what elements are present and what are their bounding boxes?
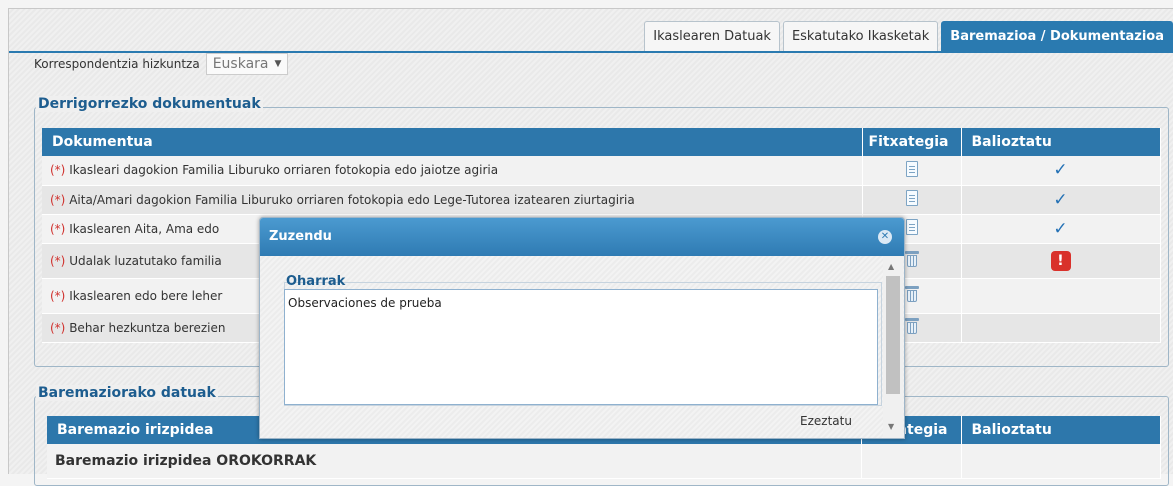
required-marker: (*): [50, 192, 66, 207]
check-icon: ✓: [1053, 160, 1068, 181]
required-marker: (*): [50, 163, 66, 178]
col-header-dokumentua: Dokumentua: [42, 128, 863, 156]
tab-eskatutako-ikasketak[interactable]: Eskatutako Ikasketak: [782, 21, 939, 52]
required-marker: (*): [50, 253, 66, 268]
alert-icon[interactable]: !: [1050, 250, 1071, 271]
document-icon[interactable]: [905, 219, 918, 235]
document-name: Aita/Amari dagokion Familia Liburuko orr…: [69, 192, 635, 207]
validation-cell: [961, 313, 1161, 343]
document-cell: (*) Aita/Amari dagokion Familia Liburuko…: [42, 185, 863, 215]
document-cell: (*) Ikasleari dagokion Familia Liburuko …: [42, 156, 863, 186]
zuzendu-dialog: Zuzendu ✕ Oharrak Observaciones de prueb…: [259, 217, 905, 439]
dialog-title-bar: Zuzendu ✕: [260, 218, 904, 256]
close-icon[interactable]: ✕: [878, 230, 892, 244]
tab-ikaslearen-datuak[interactable]: Ikaslearen Datuak: [644, 21, 780, 52]
dialog-scrollbar[interactable]: ▲ ▼: [883, 256, 903, 438]
validation-cell: !: [961, 243, 1161, 279]
table-row: (*) Aita/Amari dagokion Familia Liburuko…: [42, 185, 1161, 215]
baremazio-legend: Baremaziorako datuak: [36, 385, 218, 401]
document-name: Behar hezkuntza berezien: [69, 320, 226, 335]
trash-icon[interactable]: [904, 286, 919, 302]
scroll-up-icon[interactable]: ▲: [888, 262, 894, 271]
notes-textarea[interactable]: Observaciones de prueba: [284, 289, 878, 405]
required-marker: (*): [50, 320, 66, 335]
tab-baremazioa-dokumentazioa[interactable]: Baremazioa / Dokumentazioa: [941, 21, 1173, 52]
document-name: Ikasleari dagokion Familia Liburuko orri…: [69, 163, 499, 178]
dialog-body: Oharrak Observaciones de prueba Ezeztatu…: [260, 256, 904, 438]
notes-legend: Oharrak: [286, 274, 346, 289]
tab-bar: Ikaslearen Datuak Eskatutako Ikasketak B…: [644, 21, 1173, 52]
document-name: Ikaslearen edo bere leher: [69, 288, 223, 303]
cancel-button[interactable]: Ezeztatu: [800, 414, 852, 428]
check-icon: ✓: [1053, 189, 1068, 210]
validation-cell: [961, 444, 1161, 479]
table-row: Baremazio irizpidea OROKORRAK: [47, 444, 1161, 479]
col-header-balioztatu: Balioztatu: [961, 128, 1161, 156]
language-value: Euskara: [212, 56, 269, 72]
table-row: (*) Ikasleari dagokion Familia Liburuko …: [42, 156, 1161, 186]
scroll-thumb[interactable]: [886, 276, 900, 394]
check-icon: ✓: [1053, 218, 1068, 239]
required-marker: (*): [50, 221, 66, 236]
col-header-balioztatu: Balioztatu: [961, 416, 1161, 444]
validation-cell: ✓: [961, 156, 1161, 186]
trash-icon[interactable]: [904, 251, 919, 267]
required-marker: (*): [50, 288, 66, 303]
file-cell: [862, 185, 962, 215]
language-label: Korrespondentzia hizkuntza: [34, 57, 200, 71]
language-row: Korrespondentzia hizkuntza Euskara ▼: [34, 52, 289, 76]
dialog-title: Zuzendu: [269, 229, 332, 244]
col-header-fitxategia: Fitxategia: [862, 128, 962, 156]
language-select[interactable]: Euskara ▼: [205, 53, 289, 75]
validation-cell: ✓: [961, 185, 1161, 215]
validation-cell: [961, 278, 1161, 314]
required-docs-legend: Derrigorrezko dokumentuak: [36, 96, 263, 112]
document-name: Ikaslearen Aita, Ama edo: [69, 221, 220, 236]
criteria-group-title: Baremazio irizpidea OROKORRAK: [47, 444, 862, 479]
scroll-down-icon[interactable]: ▼: [888, 422, 894, 431]
document-name: Udalak luzatutako familia: [69, 253, 222, 268]
trash-icon[interactable]: [904, 318, 919, 334]
document-icon[interactable]: [905, 160, 918, 177]
document-icon[interactable]: [905, 190, 918, 206]
file-cell: [862, 156, 962, 186]
validation-cell: ✓: [961, 214, 1161, 244]
dropdown-arrow-icon: ▼: [274, 59, 282, 69]
file-cell: [861, 444, 962, 479]
